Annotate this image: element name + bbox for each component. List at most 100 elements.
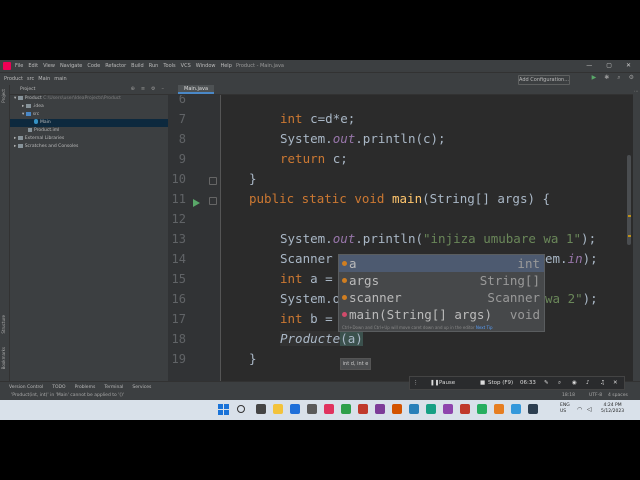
code-editor[interactable]: 6 7 8 9 10 11 12 13 14 15 16 17 18 19 in… — [168, 95, 633, 381]
file-encoding[interactable]: UTF-8 — [589, 393, 602, 398]
tree-item-main[interactable]: Main — [10, 119, 168, 127]
webcam-icon[interactable]: ◉ — [572, 380, 577, 386]
volume-icon[interactable]: ◁ — [587, 406, 592, 413]
menu-window[interactable]: Window — [196, 63, 216, 69]
app-icon[interactable] — [375, 404, 385, 414]
structure-tool-tab[interactable]: Structure — [1, 315, 6, 334]
indent-setting[interactable]: 4 spaces — [608, 393, 628, 398]
breadcrumb-src[interactable]: src — [27, 76, 34, 82]
app-icon[interactable] — [511, 404, 521, 414]
pause-icon[interactable]: ❚❚ — [430, 380, 439, 386]
menu-navigate[interactable]: Navigate — [60, 63, 82, 69]
keyword: int — [280, 311, 311, 326]
problems-tab[interactable]: Problems — [75, 385, 96, 390]
stop-button[interactable]: Stop (F9) — [488, 380, 513, 386]
tree-item-src[interactable]: ▾ src — [10, 111, 168, 119]
menu-refactor[interactable]: Refactor — [105, 63, 126, 69]
editor-scrollbar[interactable] — [626, 95, 633, 381]
menu-view[interactable]: View — [43, 63, 55, 69]
hide-icon[interactable]: – — [162, 86, 165, 92]
edge-icon[interactable] — [290, 404, 300, 414]
settings-icon[interactable]: ⚙ — [629, 74, 634, 82]
app-icon[interactable] — [460, 404, 470, 414]
completion-item[interactable]: args String[] — [339, 272, 544, 289]
tree-item-product[interactable]: ▾ Product C:\Users\user\IdeaProjects\Pro… — [10, 95, 168, 103]
run-icon[interactable]: ▶ — [592, 74, 597, 82]
gear-icon[interactable]: ⚙ — [151, 86, 155, 92]
fold-marker-icon[interactable] — [209, 197, 217, 205]
warning-marker[interactable] — [628, 235, 631, 237]
speaker-icon[interactable]: ♫ — [600, 380, 605, 386]
app-icon[interactable] — [409, 404, 419, 414]
menu-code[interactable]: Code — [87, 63, 100, 69]
project-panel-title[interactable]: Project — [20, 87, 35, 92]
menu-run[interactable]: Run — [149, 63, 159, 69]
app-icon[interactable] — [426, 404, 436, 414]
services-tab[interactable]: Services — [132, 385, 151, 390]
menu-vcs[interactable]: VCS — [181, 63, 191, 69]
completion-item[interactable]: scanner Scanner — [339, 289, 544, 306]
zoom-icon[interactable]: ⌕ — [558, 380, 561, 387]
draw-icon[interactable]: ✎ — [544, 380, 549, 386]
status-message[interactable]: 'Product(int, int)' in 'Main' cannot be … — [11, 393, 124, 398]
drag-handle-icon[interactable]: ⋮ — [413, 380, 419, 386]
scrollbar-thumb[interactable] — [627, 155, 631, 245]
close-icon[interactable]: ✕ — [613, 380, 618, 386]
task-view-icon[interactable] — [256, 404, 266, 414]
menu-build[interactable]: Build — [131, 63, 144, 69]
windows-start-icon[interactable] — [218, 404, 229, 415]
menu-tools[interactable]: Tools — [163, 63, 175, 69]
tree-item-external-libraries[interactable]: ▸ External Libraries — [10, 135, 168, 143]
file-explorer-icon[interactable] — [273, 404, 283, 414]
terminal-tab[interactable]: Terminal — [104, 385, 123, 390]
completion-item[interactable]: a int — [339, 255, 544, 272]
collapse-all-icon[interactable]: ≡ — [141, 86, 145, 92]
notifications-tool-tab[interactable]: ⋮ — [634, 89, 639, 93]
menu-help[interactable]: Help — [220, 63, 231, 69]
search-icon[interactable] — [237, 405, 245, 413]
tree-item-idea[interactable]: ▸ .idea — [10, 103, 168, 111]
todo-tab[interactable]: TODO — [52, 385, 65, 390]
breadcrumb-product[interactable]: Product — [4, 76, 23, 82]
hint-text: Ctrl+Down and Ctrl+Up will move caret do… — [342, 325, 475, 330]
locate-icon[interactable]: ⊕ — [131, 86, 135, 92]
warning-marker[interactable] — [628, 215, 631, 217]
app-icon[interactable] — [528, 404, 538, 414]
search-icon[interactable]: ⌕ — [617, 74, 620, 82]
caret-position[interactable]: 18:18 — [562, 393, 575, 398]
version-control-tab[interactable]: Version Control — [9, 385, 43, 390]
app-icon[interactable] — [494, 404, 504, 414]
taskbar-clock[interactable]: 4:24 PM 5/12/2023 — [601, 403, 624, 415]
fold-marker-icon[interactable] — [209, 177, 217, 185]
app-icon[interactable] — [358, 404, 368, 414]
tree-item-product-iml[interactable]: Product.iml — [10, 127, 168, 135]
completion-item[interactable]: main(String[] args) void — [339, 306, 544, 323]
app-icon[interactable] — [392, 404, 402, 414]
bookmarks-tool-tab[interactable]: Bookmarks — [1, 347, 6, 369]
stop-icon[interactable]: ■ — [480, 380, 485, 386]
app-icon[interactable] — [443, 404, 453, 414]
debug-icon[interactable]: ✱ — [604, 74, 609, 82]
breadcrumb-main-method[interactable]: main — [54, 76, 67, 82]
store-icon[interactable] — [307, 404, 317, 414]
close-button[interactable]: ✕ — [626, 62, 631, 69]
chrome-icon[interactable] — [341, 404, 351, 414]
run-gutter-icon[interactable] — [193, 199, 200, 207]
language-indicator[interactable]: ENG US — [560, 403, 570, 415]
intellij-icon[interactable] — [324, 404, 334, 414]
menu-file[interactable]: File — [15, 63, 23, 69]
tab-main-java[interactable]: Main.java — [178, 85, 215, 94]
tree-item-scratches[interactable]: ▸ Scratches and Consoles — [10, 143, 168, 151]
wifi-icon[interactable]: ◠ — [577, 406, 582, 413]
breadcrumb-main-class[interactable]: Main — [38, 76, 50, 82]
add-configuration-button[interactable]: Add Configuration... — [518, 75, 570, 85]
maximize-button[interactable]: ▢ — [606, 62, 612, 69]
code-text: b = — [310, 311, 333, 326]
minimize-button[interactable]: — — [586, 62, 592, 69]
app-icon[interactable] — [477, 404, 487, 414]
menu-edit[interactable]: Edit — [28, 63, 38, 69]
pause-button[interactable]: Pause — [439, 380, 455, 386]
project-tool-tab[interactable]: Project — [1, 89, 6, 103]
microphone-icon[interactable]: ♪ — [586, 380, 590, 386]
next-tip-link[interactable]: Next Tip — [476, 325, 493, 330]
